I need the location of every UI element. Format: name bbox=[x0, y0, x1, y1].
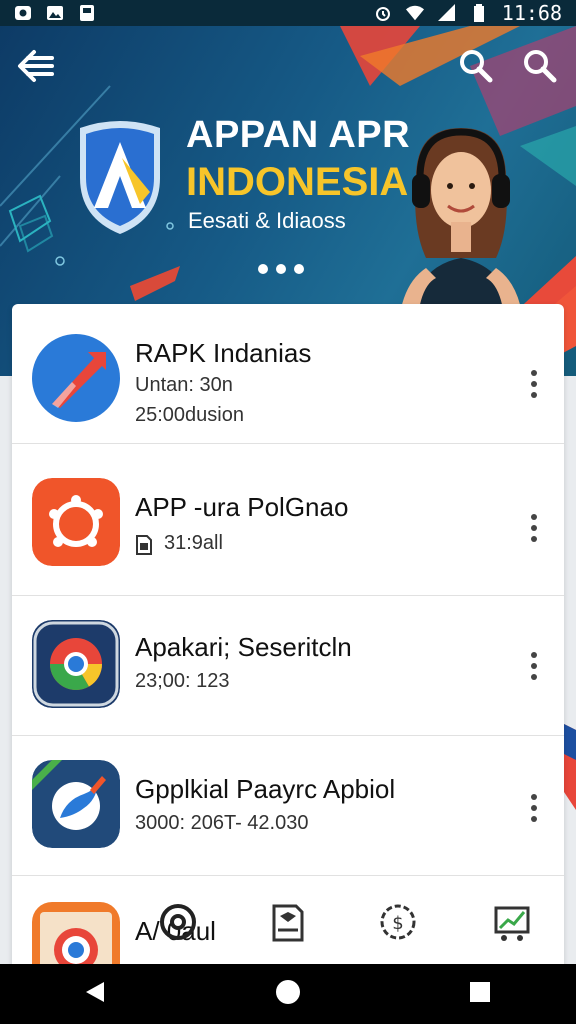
signal-icon bbox=[437, 4, 456, 22]
app-meta-secondary: 25:00dusion bbox=[135, 404, 244, 426]
notification-icon bbox=[14, 4, 32, 22]
search-icon bbox=[460, 50, 493, 83]
more-options-button[interactable] bbox=[522, 646, 546, 686]
hero-title: APPAN APR bbox=[186, 114, 411, 156]
chrome-icon bbox=[32, 620, 120, 708]
card-icon bbox=[78, 4, 96, 22]
image-icon bbox=[46, 4, 64, 22]
list-item[interactable]: Gpplkial Paayrc Apbiol 3000: 206T- 42.03… bbox=[12, 736, 564, 876]
list-item[interactable]: Apakari; Seseritcln 23;00: 123 bbox=[12, 596, 564, 736]
back-icon bbox=[86, 981, 104, 1002]
search-button-secondary[interactable] bbox=[520, 46, 560, 86]
home-icon bbox=[276, 979, 300, 1004]
alarm-icon bbox=[374, 4, 392, 22]
document-tab-button[interactable] bbox=[266, 898, 310, 948]
carousel-indicator[interactable] bbox=[258, 264, 304, 274]
gear-app-icon bbox=[32, 478, 120, 566]
camera-icon bbox=[160, 904, 196, 940]
hero-tagline: Eesati & Idiaoss bbox=[188, 208, 346, 233]
system-nav-bar bbox=[0, 964, 576, 1024]
back-button[interactable] bbox=[14, 46, 58, 86]
app-name: RAPK Indanias bbox=[135, 338, 312, 368]
svg-text:$: $ bbox=[392, 913, 403, 934]
chart-tab-button[interactable] bbox=[490, 898, 534, 948]
wifi-icon bbox=[405, 4, 424, 22]
app-name: APP -ura PolGnao bbox=[135, 492, 349, 522]
shield-logo-icon bbox=[80, 121, 160, 234]
recents-nav-button[interactable] bbox=[466, 978, 494, 1011]
back-nav-button[interactable] bbox=[82, 978, 110, 1011]
carousel-dot[interactable] bbox=[294, 264, 304, 274]
app-meta: Untan: 30n bbox=[135, 374, 233, 396]
app-meta: 3000: 206T- 42.030 bbox=[135, 812, 309, 834]
app-list: RAPK Indanias Untan: 30n 25:00dusion APP… bbox=[12, 304, 564, 984]
hero-subtitle: INDONESIA bbox=[186, 160, 409, 204]
app-meta: 31:9all bbox=[164, 532, 223, 554]
app-name: Apakari; Seseritcln bbox=[135, 632, 352, 662]
list-item[interactable]: APP -ura PolGnao 31:9all bbox=[12, 456, 564, 596]
battery-icon bbox=[470, 4, 488, 22]
bottom-toolbar: $ bbox=[150, 898, 550, 954]
status-time: 11:68 bbox=[501, 1, 562, 25]
search-button[interactable] bbox=[456, 46, 496, 86]
document-icon bbox=[272, 904, 304, 942]
app-meta: 23;00: 123 bbox=[135, 670, 230, 692]
recents-icon bbox=[470, 981, 490, 1002]
settings-dollar-icon: $ bbox=[380, 904, 416, 940]
status-bar: 11:68 bbox=[0, 0, 576, 26]
more-options-button[interactable] bbox=[522, 508, 546, 548]
list-item[interactable]: RAPK Indanias Untan: 30n 25:00dusion bbox=[12, 304, 564, 444]
chart-icon bbox=[494, 906, 530, 941]
home-nav-button[interactable] bbox=[274, 978, 302, 1011]
apk-arrow-icon bbox=[32, 334, 120, 422]
carousel-dot[interactable] bbox=[258, 264, 268, 274]
camera-tab-button[interactable] bbox=[156, 898, 200, 948]
more-options-button[interactable] bbox=[522, 788, 546, 828]
search-icon bbox=[524, 50, 557, 83]
finance-tab-button[interactable]: $ bbox=[376, 898, 420, 948]
more-options-button[interactable] bbox=[522, 364, 546, 404]
back-arrow-icon bbox=[18, 50, 54, 82]
app-name: Gpplkial Paayrc Apbiol bbox=[135, 774, 396, 804]
carousel-dot[interactable] bbox=[276, 264, 286, 274]
file-icon bbox=[136, 535, 152, 555]
paint-brush-icon bbox=[32, 760, 120, 848]
